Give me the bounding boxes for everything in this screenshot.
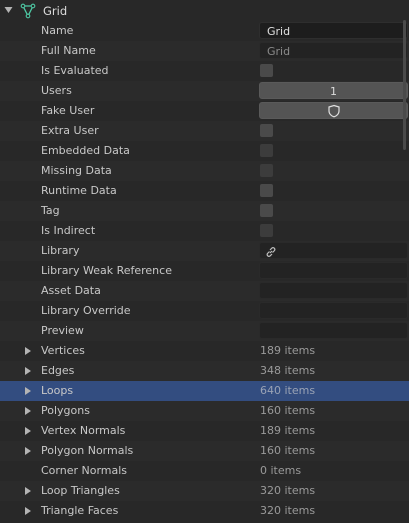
missing-data-checkbox[interactable] [260, 164, 273, 177]
collection-label: Vertices [41, 344, 85, 357]
collection-label: Edges [41, 364, 75, 377]
property-row-missing-data: Missing Data [0, 161, 409, 181]
expand-arrow-icon[interactable] [25, 347, 31, 355]
property-label: Full Name [41, 44, 96, 57]
expand-arrow-icon[interactable] [25, 407, 31, 415]
property-row-asset-data: Asset Data [0, 281, 409, 301]
collection-label: Polygons [41, 404, 90, 417]
property-row-runtime-data: Runtime Data [0, 181, 409, 201]
property-row-fake-user: Fake User [0, 101, 409, 121]
property-label: Preview [41, 324, 84, 337]
is-evaluated-checkbox[interactable] [260, 64, 273, 77]
library-field[interactable] [259, 242, 408, 259]
collection-row-edges[interactable]: Edges 348 items [0, 361, 409, 381]
property-row-preview: Preview [0, 321, 409, 341]
property-label: Missing Data [41, 164, 112, 177]
item-count: 189 items [260, 424, 316, 437]
collection-label: Vertex Normals [41, 424, 126, 437]
shield-icon [327, 104, 341, 121]
property-row-library-override: Library Override [0, 301, 409, 321]
expand-arrow-icon[interactable] [25, 427, 31, 435]
mesh-data-icon [20, 3, 36, 19]
expand-arrow-icon[interactable] [25, 367, 31, 375]
collection-label: Loops [41, 384, 74, 397]
property-row-is-indirect: Is Indirect [0, 221, 409, 241]
datablock-header[interactable]: Grid [0, 1, 409, 21]
extra-user-checkbox[interactable] [260, 124, 273, 137]
chevron-down-icon[interactable] [4, 6, 13, 16]
property-row-is-evaluated: Is Evaluated [0, 61, 409, 81]
embedded-data-checkbox[interactable] [260, 144, 273, 157]
library-override-field[interactable] [259, 302, 408, 319]
tag-checkbox[interactable] [260, 204, 273, 217]
preview-field[interactable] [259, 322, 408, 339]
property-row-name: Name Grid [0, 21, 409, 41]
property-label: Library Weak Reference [41, 264, 172, 277]
expand-arrow-icon[interactable] [25, 387, 31, 395]
expand-arrow-icon[interactable] [25, 507, 31, 515]
fake-user-toggle[interactable] [259, 102, 408, 119]
property-row-full-name: Full Name Grid [0, 41, 409, 61]
collection-label: Triangle Faces [41, 504, 119, 517]
users-number-field[interactable]: 1 [259, 82, 408, 99]
runtime-data-checkbox[interactable] [260, 184, 273, 197]
expand-arrow-icon[interactable] [25, 487, 31, 495]
datablock-title: Grid [43, 4, 68, 18]
collection-row-loop-triangles[interactable]: Loop Triangles 320 items [0, 481, 409, 501]
property-label: Fake User [41, 104, 95, 117]
property-label: Library [41, 244, 80, 257]
item-count: 160 items [260, 404, 316, 417]
property-row-tag: Tag [0, 201, 409, 221]
item-count: 348 items [260, 364, 316, 377]
property-label: Runtime Data [41, 184, 117, 197]
collection-row-loops[interactable]: Loops 640 items [0, 381, 409, 401]
property-row-library: Library [0, 241, 409, 261]
name-field[interactable]: Grid [259, 22, 408, 39]
item-count: 0 items [260, 464, 302, 477]
collection-row-vertex-normals[interactable]: Vertex Normals 189 items [0, 421, 409, 441]
data-api-outliner: Grid Name Grid Full Name Grid Is Evaluat… [0, 0, 409, 523]
item-count: 320 items [260, 484, 316, 497]
property-label: Is Indirect [41, 224, 96, 237]
collection-row-vertices[interactable]: Vertices 189 items [0, 341, 409, 361]
library-weak-reference-field[interactable] [259, 262, 408, 279]
property-label: Tag [41, 204, 60, 217]
collection-row-polygons[interactable]: Polygons 160 items [0, 401, 409, 421]
item-count: 640 items [260, 384, 316, 397]
property-label: Users [41, 84, 72, 97]
item-count: 160 items [260, 444, 316, 457]
property-label: Library Override [41, 304, 131, 317]
property-label: Name [41, 24, 74, 37]
item-count: 189 items [260, 344, 316, 357]
vertical-scrollbar[interactable] [403, 20, 406, 150]
collection-row-polygon-normals[interactable]: Polygon Normals 160 items [0, 441, 409, 461]
collection-label: Polygon Normals [41, 444, 134, 457]
property-label: Asset Data [41, 284, 101, 297]
property-label: Embedded Data [41, 144, 130, 157]
property-row-users: Users 1 [0, 81, 409, 101]
property-row-extra-user: Extra User [0, 121, 409, 141]
asset-data-field[interactable] [259, 282, 408, 299]
property-row-embedded-data: Embedded Data [0, 141, 409, 161]
collection-label: Loop Triangles [41, 484, 120, 497]
full-name-field: Grid [259, 42, 408, 59]
expand-arrow-icon[interactable] [25, 447, 31, 455]
is-indirect-checkbox[interactable] [260, 224, 273, 237]
item-count: 320 items [260, 504, 316, 517]
property-row-library-weak-reference: Library Weak Reference [0, 261, 409, 281]
property-label: Extra User [41, 124, 99, 137]
collection-row-triangle-faces[interactable]: Triangle Faces 320 items [0, 501, 409, 521]
link-icon [264, 245, 278, 262]
collection-row-corner-normals[interactable]: Corner Normals 0 items [0, 461, 409, 481]
collection-label: Corner Normals [41, 464, 128, 477]
property-label: Is Evaluated [41, 64, 109, 77]
